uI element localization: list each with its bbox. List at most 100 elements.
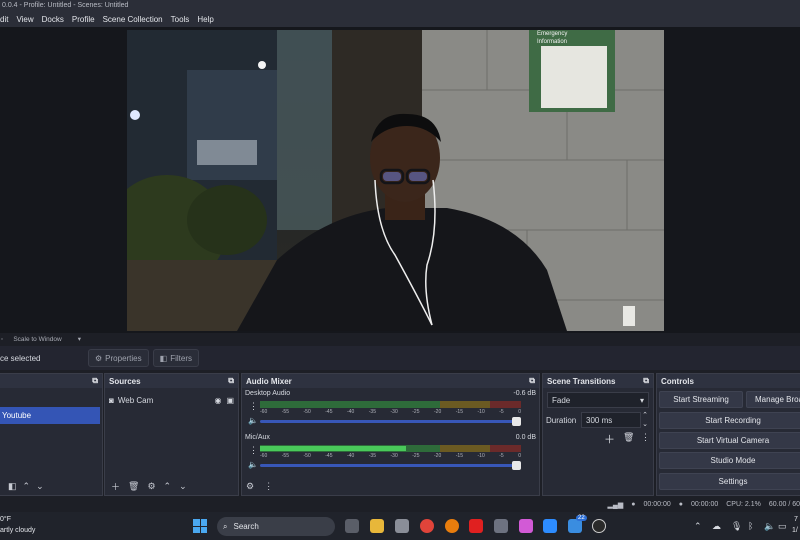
zoom-icon[interactable] [543, 519, 557, 533]
advanced-audio-gear-icon[interactable]: ⚙ [246, 481, 254, 492]
dock-popout-icon[interactable]: ⧉ [228, 376, 234, 386]
file-explorer-icon[interactable] [370, 519, 384, 533]
webcam-preview[interactable]: Emergency Information [127, 30, 664, 331]
scene-item-youtube[interactable]: Youtube [0, 407, 100, 424]
trash-icon[interactable]: 🗑 [623, 432, 634, 443]
volume-icon[interactable]: 🔈 [764, 521, 775, 532]
menu-profile[interactable]: Profile [68, 15, 99, 24]
app-icon[interactable] [395, 519, 409, 533]
sign-line-2: Information [537, 39, 568, 45]
scene-transitions-title: Scene Transitions [547, 376, 616, 386]
cpu-usage: CPU: 2.1% [726, 501, 761, 508]
chevron-down-icon[interactable]: ▾ [78, 335, 81, 343]
meter-tick: -40 [347, 409, 355, 415]
filters-button[interactable]: ◧ Filters [152, 349, 199, 367]
trash-icon[interactable]: 🗑 [128, 481, 139, 492]
scenes-dock-header: ⧉ [0, 374, 102, 388]
sources-dock: Sources ⧉ ◙ Web Cam ◉ ▣ ＋ 🗑 ⚙ ⌃ ⌄ [104, 373, 239, 496]
meter-tick: -35 [368, 453, 376, 459]
meter-tick: -60 [260, 409, 268, 415]
start-streaming-button[interactable]: Start Streaming [659, 391, 743, 408]
bluetooth-icon[interactable]: ᛒ [748, 521, 753, 531]
preview-area: Emergency Information [0, 27, 800, 333]
clock-time[interactable]: 7 [794, 516, 798, 523]
settings-button[interactable]: Settings [659, 473, 800, 490]
duration-input[interactable]: 300 ms [581, 412, 641, 428]
meter-tick: -55 [281, 409, 289, 415]
volume-slider-knob[interactable] [512, 417, 521, 426]
visibility-eye-icon[interactable]: ◉ [214, 396, 221, 405]
dock-popout-icon[interactable]: ⧉ [92, 376, 98, 386]
menu-tools[interactable]: Tools [167, 15, 194, 24]
meter-tick: -60 [260, 453, 268, 459]
add-transition-icon[interactable]: ＋ [604, 431, 615, 447]
move-up-icon[interactable]: ⌃ [23, 481, 31, 492]
gear-icon[interactable]: ⚙ [147, 481, 155, 492]
no-source-selected: ce selected [0, 353, 41, 363]
menu-bar: dit View Docks Profile Scene Collection … [0, 12, 800, 27]
meter-tick: -5 [499, 409, 504, 415]
menu-scene-collection[interactable]: Scene Collection [99, 15, 167, 24]
taskbar-search[interactable]: ⌕ Search [217, 517, 335, 536]
task-view-icon[interactable] [345, 519, 359, 533]
blender-icon[interactable] [445, 519, 459, 533]
level-meter [260, 445, 521, 452]
meter-tick: -20 [434, 453, 442, 459]
start-virtual-camera-button[interactable]: Start Virtual Camera [659, 432, 800, 449]
mixer-track-desktop: Desktop Audio -0.6 dB ⋮ -60 -55 -50 -45 -40-… [245, 390, 536, 432]
mail-icon[interactable] [568, 519, 582, 533]
weather-temp[interactable]: 0°F [0, 516, 11, 523]
cloud-icon[interactable]: ☁ [712, 521, 721, 532]
meter-tick: -50 [303, 453, 311, 459]
duration-label: Duration [546, 416, 577, 425]
move-up-icon[interactable]: ⌃ [164, 481, 172, 492]
sources-toolbar: ＋ 🗑 ⚙ ⌃ ⌄ [105, 478, 238, 495]
menu-dots-icon[interactable]: ⋮ [641, 432, 650, 443]
menu-view[interactable]: View [12, 15, 37, 24]
source-item-webcam[interactable]: ◙ Web Cam ◉ ▣ [109, 393, 234, 407]
speaker-icon[interactable]: 🔈 [248, 460, 258, 469]
clock-date[interactable]: 1/ [792, 527, 798, 534]
manage-broadcast-button[interactable]: Manage Broa [746, 391, 800, 408]
track-db: 0.0 dB [515, 434, 536, 441]
menu-edit[interactable]: dit [0, 15, 12, 24]
store-icon[interactable] [519, 519, 533, 533]
volume-slider-knob[interactable] [512, 461, 521, 470]
dock-popout-icon[interactable]: ⧉ [643, 376, 649, 386]
meter-tick: -35 [368, 409, 376, 415]
volume-slider[interactable] [260, 461, 521, 470]
scale-select[interactable]: Scale to Window [13, 336, 61, 343]
chrome-icon[interactable] [420, 519, 434, 533]
start-recording-button[interactable]: Start Recording [659, 412, 800, 429]
menu-docks[interactable]: Docks [38, 15, 68, 24]
calculator-icon[interactable] [494, 519, 508, 533]
network-bars-icon: ▂▄▆ [607, 501, 624, 509]
spin-up-icon[interactable]: ⌃ [642, 411, 648, 419]
move-down-icon[interactable]: ⌄ [36, 481, 44, 492]
sign-line-1: Emergency [537, 31, 568, 37]
move-down-icon[interactable]: ⌄ [179, 481, 187, 492]
menu-help[interactable]: Help [193, 15, 217, 24]
meter-tick: 0 [518, 409, 521, 415]
youtube-icon[interactable] [469, 519, 483, 533]
dock-popout-icon[interactable]: ⧉ [529, 376, 535, 386]
tray-chevron-up-icon[interactable]: ⌃ [694, 521, 702, 532]
microphone-icon[interactable]: 🎙 [731, 521, 742, 532]
battery-icon[interactable]: ▭ [778, 521, 787, 532]
windows-start-icon[interactable] [193, 519, 207, 533]
filter-icon[interactable]: ◧ [8, 481, 17, 492]
studio-mode-button[interactable]: Studio Mode [659, 452, 800, 469]
volume-slider[interactable] [260, 417, 521, 426]
add-icon[interactable]: ＋ [111, 480, 120, 493]
audio-mixer-header: Audio Mixer ⧉ [242, 374, 539, 388]
transition-select[interactable]: Fade ▾ [547, 392, 649, 408]
lock-icon[interactable]: ▣ [226, 396, 234, 405]
scale-icon: ◦ [1, 335, 4, 343]
properties-button[interactable]: ⚙ Properties [88, 349, 149, 367]
speaker-icon[interactable]: 🔈 [248, 416, 258, 425]
track-menu-icon[interactable]: ⋮ [249, 401, 258, 412]
spin-down-icon[interactable]: ⌄ [642, 420, 648, 428]
track-menu-icon[interactable]: ⋮ [249, 445, 258, 456]
obs-icon[interactable] [592, 519, 606, 533]
menu-dots-icon[interactable]: ⋮ [264, 481, 273, 492]
